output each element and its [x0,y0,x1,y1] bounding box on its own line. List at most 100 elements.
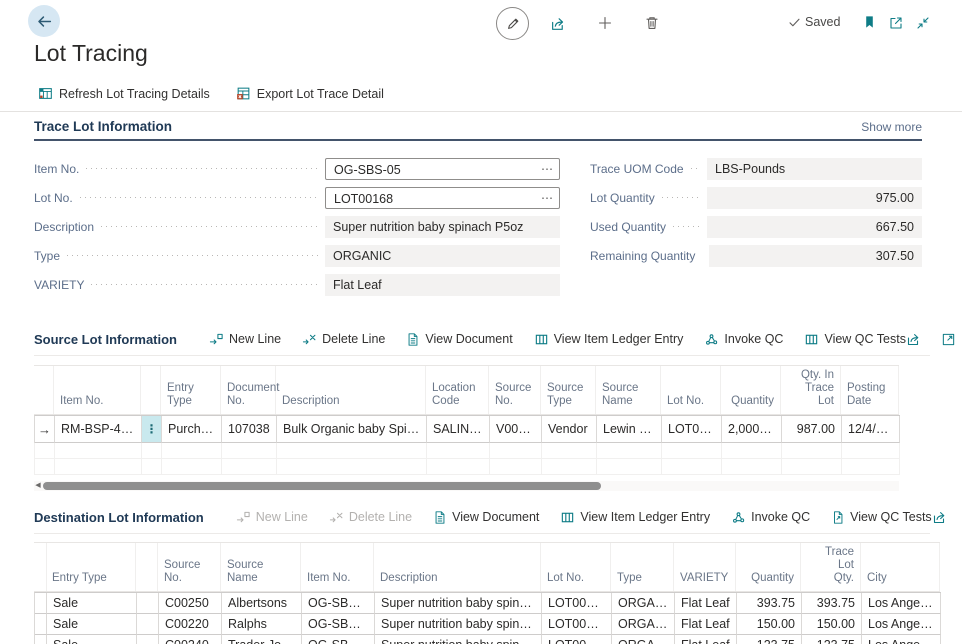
cell-entry-type[interactable]: Sale [47,593,137,614]
source-delete-line-button[interactable]: Delete Line [302,332,385,347]
row-selector[interactable] [35,614,47,635]
row-menu-cell[interactable] [137,614,159,635]
share-icon[interactable] [906,331,922,347]
col-header-qty-in-trace-lot[interactable]: Qty. In Trace Lot [781,366,841,414]
cell-description[interactable]: Super nutrition baby spinach 5oz [375,593,542,614]
open-in-window-icon[interactable] [941,332,956,347]
cell-source-no[interactable]: C00220 [159,614,222,635]
cell-type[interactable]: ORGANIC [612,635,675,644]
source-view-item-ledger-button[interactable]: View Item Ledger Entry [534,332,684,347]
cell-type[interactable]: ORGANIC [612,614,675,635]
col-header-trace-lot-qty[interactable]: Trace Lot Qty. [801,543,861,591]
cell-lot-no[interactable]: LOT00167 [662,416,722,443]
cell-location-code[interactable]: SALINAS [427,416,490,443]
col-header-lot-no[interactable]: Lot No. [541,543,611,591]
col-header-description[interactable]: Description [374,543,541,591]
cell-source-type[interactable]: Vendor [542,416,597,443]
col-header-document-no[interactable]: Document No. [221,366,276,414]
delete-button[interactable] [644,15,660,31]
destination-view-item-ledger-button[interactable]: View Item Ledger Entry [560,510,710,525]
cell-quantity[interactable]: 123.75 [737,635,802,644]
col-header-source-no[interactable]: Source No. [489,366,541,414]
export-lot-trace-button[interactable]: Export Lot Trace Detail [236,86,384,101]
cell-item-no[interactable]: OG-SBS-05 [302,593,375,614]
col-header-entry-type[interactable]: Entry Type [46,543,136,591]
col-header-item-no[interactable]: Item No. [54,366,141,414]
cell-trace-lot-qty[interactable]: 150.00 [802,614,862,635]
row-selector[interactable] [35,593,47,614]
col-header-source-name[interactable]: Source Name [221,543,301,591]
edit-button[interactable] [496,7,529,40]
row-menu-cell[interactable] [137,593,159,614]
cell-item-no[interactable]: OG-SBS-05 [302,614,375,635]
col-header-entry-type[interactable]: Entry Type [161,366,221,414]
cell-city[interactable]: Los Angeles [862,593,941,614]
col-header-lot-no[interactable]: Lot No. [661,366,721,414]
cell-trace-lot-qty[interactable]: 393.75 [802,593,862,614]
cell-item-no[interactable]: OG-SBS-05 [302,635,375,644]
cell-document-no[interactable]: 107038 [222,416,277,443]
cell-entry-type[interactable]: Sale [47,635,137,644]
cell-city[interactable]: Los Angeles [862,635,941,644]
back-button[interactable] [28,5,60,37]
cell-description[interactable]: Super nutrition baby spinach 5oz [375,635,542,644]
scrollbar-thumb[interactable] [43,482,601,490]
open-window-button[interactable] [888,15,904,31]
row-selector[interactable] [35,635,47,644]
cell-source-no[interactable]: V00170 [490,416,542,443]
share-button[interactable] [550,15,567,32]
source-view-document-button[interactable]: View Document [406,332,512,347]
col-header-item-no[interactable]: Item No. [301,543,374,591]
cell-type[interactable]: ORGANIC [612,593,675,614]
col-header-source-name[interactable]: Source Name [596,366,661,414]
cell-variety[interactable]: Flat Leaf [675,614,737,635]
destination-view-qc-tests-button[interactable]: View QC Tests [831,510,932,525]
row-menu-cell[interactable] [137,635,159,644]
cell-qty-in-trace-lot[interactable]: 987.00 [782,416,842,443]
refresh-lot-tracing-button[interactable]: Refresh Lot Tracing Details [38,86,210,101]
source-invoke-qc-button[interactable]: Invoke QC [704,332,783,347]
bookmark-button[interactable] [862,14,877,30]
col-header-type[interactable]: Type [611,543,674,591]
cell-posting-date[interactable]: 12/4/2025 [842,416,900,443]
row-selector-arrow[interactable]: → [35,416,55,443]
cell-description[interactable]: Super nutrition baby spinach 5oz [375,614,542,635]
item-no-assist-button[interactable]: ⋯ [541,159,554,179]
cell-quantity[interactable]: 2,000.00 [722,416,782,443]
source-view-qc-tests-button[interactable]: View QC Tests [804,332,906,347]
cell-city[interactable]: Los Angeles [862,614,941,635]
cell-source-name[interactable]: Lewin Farms [597,416,662,443]
cell-source-name[interactable]: Trader Joe's [222,635,302,644]
share-icon[interactable] [932,509,948,525]
scroll-left-arrow[interactable]: ◀ [34,481,42,491]
col-header-quantity[interactable]: Quantity [721,366,781,414]
col-header-location-code[interactable]: Location Code [426,366,489,414]
col-header-source-type[interactable]: Source Type [541,366,596,414]
cell-entry-type[interactable]: Purchase [162,416,222,443]
cell-source-name[interactable]: Ralphs [222,614,302,635]
item-no-input[interactable] [334,160,537,180]
cell-trace-lot-qty[interactable]: 123.75 [802,635,862,644]
cell-quantity[interactable]: 393.75 [737,593,802,614]
cell-lot-no[interactable]: LOT00168 [542,614,612,635]
col-header-city[interactable]: City [861,543,940,591]
lot-no-assist-button[interactable]: ⋯ [541,188,554,208]
cell-variety[interactable]: Flat Leaf [675,635,737,644]
col-header-description[interactable]: Description [276,366,426,414]
col-header-variety[interactable]: VARIETY [674,543,736,591]
cell-quantity[interactable]: 150.00 [737,614,802,635]
destination-view-document-button[interactable]: View Document [433,510,539,525]
col-header-source-no[interactable]: Source No. [158,543,221,591]
cell-source-name[interactable]: Albertsons [222,593,302,614]
source-new-line-button[interactable]: New Line [209,332,281,347]
cell-lot-no[interactable]: LOT00168 [542,593,612,614]
row-menu-button[interactable]: ⋮ [142,416,162,443]
lot-no-input[interactable] [334,189,537,209]
cell-entry-type[interactable]: Sale [47,614,137,635]
cell-item-no[interactable]: RM-BSP-40LB [55,416,142,443]
cell-source-no[interactable]: C00240 [159,635,222,644]
add-button[interactable] [597,15,613,31]
cell-source-no[interactable]: C00250 [159,593,222,614]
cell-description[interactable]: Bulk Organic baby Spinach I... [277,416,427,443]
horizontal-scrollbar[interactable]: ◀ [34,481,899,491]
